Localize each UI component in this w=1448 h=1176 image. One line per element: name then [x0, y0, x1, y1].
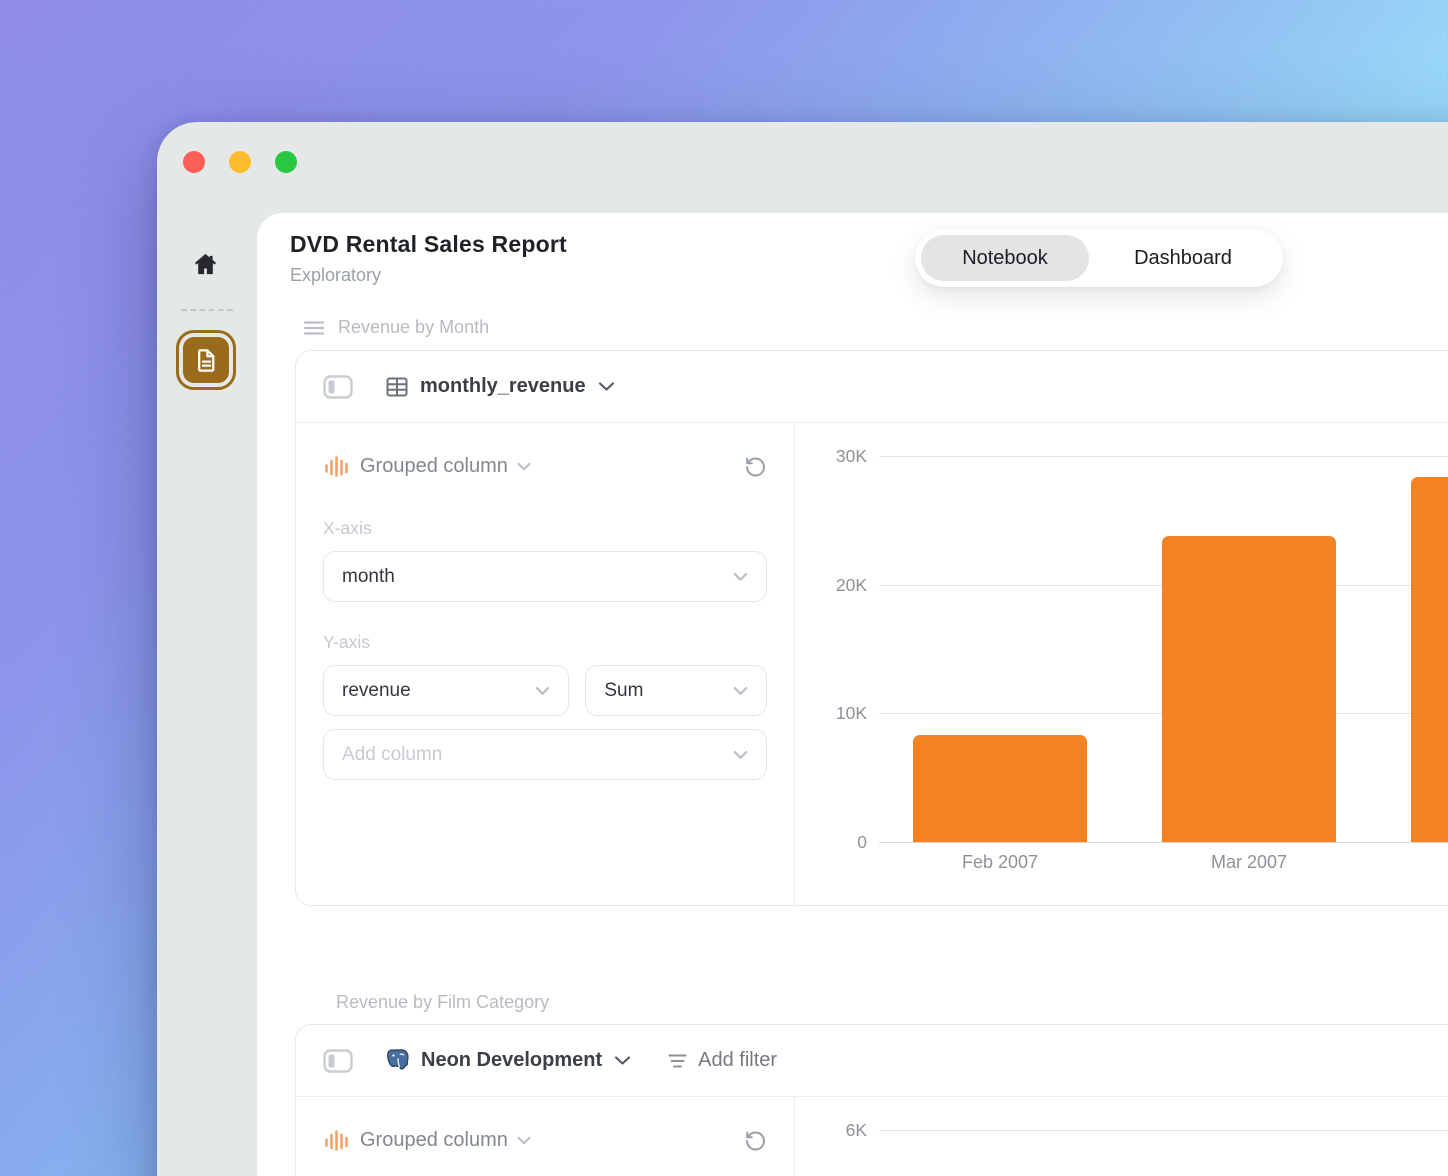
- reset-chart-button[interactable]: [743, 455, 767, 479]
- filter-icon: [667, 1053, 688, 1069]
- chevron-down-icon: [535, 686, 550, 696]
- add-filter-label: Add filter: [698, 1049, 777, 1072]
- sidebar-item-notebook-active[interactable]: [176, 330, 236, 390]
- y-axis-tick: 30K: [795, 446, 867, 467]
- chart-type-label: Grouped column: [360, 455, 508, 478]
- source-table-name: monthly_revenue: [420, 375, 586, 398]
- connection-name: Neon Development: [421, 1049, 602, 1072]
- bar-apr-2007-partial[interactable]: [1411, 477, 1448, 842]
- section-title: Revenue by Film Category: [336, 992, 549, 1013]
- sidebar-divider: [181, 309, 233, 311]
- tab-notebook[interactable]: Notebook: [921, 235, 1089, 281]
- main-content: DVD Rental Sales Report Exploratory Note…: [257, 213, 1448, 1176]
- chart-type-dropdown[interactable]: Grouped column: [323, 453, 531, 480]
- chevron-down-icon: [733, 686, 748, 696]
- collapse-panel-button[interactable]: [323, 1049, 353, 1073]
- add-column-placeholder: Add column: [342, 744, 442, 766]
- chevron-down-icon: [517, 1136, 531, 1145]
- y-axis-field-label: Y-axis: [323, 632, 767, 653]
- x-axis-field-label: X-axis: [323, 518, 767, 539]
- view-toggle: Notebook Dashboard: [915, 229, 1283, 287]
- y-axis-aggregate-value: Sum: [604, 680, 643, 702]
- source-table-dropdown[interactable]: monthly_revenue: [385, 375, 615, 399]
- x-axis-value: month: [342, 566, 395, 588]
- x-axis-select[interactable]: month: [323, 551, 767, 602]
- page-subtitle: Exploratory: [290, 265, 381, 286]
- sidebar-item-home[interactable]: [187, 246, 223, 282]
- revenue-by-film-category-card: Neon Development Add filter: [295, 1024, 1448, 1176]
- y-axis-tick: 20K: [795, 575, 867, 596]
- chart-type-label: Grouped column: [360, 1129, 508, 1152]
- revenue-by-film-category-chart: 6K: [795, 1097, 1448, 1176]
- x-axis-tick: Mar 2007: [1162, 852, 1336, 873]
- y-axis-tick: 6K: [795, 1120, 867, 1141]
- tab-dashboard[interactable]: Dashboard: [1089, 235, 1277, 281]
- chart-type-dropdown[interactable]: Grouped column: [323, 1127, 531, 1154]
- chart-config-panel: Grouped column X-axis: [296, 423, 795, 905]
- chevron-down-icon: [517, 462, 531, 471]
- connection-dropdown[interactable]: Neon Development: [385, 1048, 631, 1074]
- document-icon: [193, 347, 220, 374]
- desktop-background: { "app": { "accent_orange": "#F58220", "…: [0, 0, 1448, 1176]
- table-icon: [385, 375, 409, 399]
- card-toolbar: monthly_revenue: [296, 351, 1448, 423]
- revenue-by-month-card: monthly_revenue: [295, 350, 1448, 906]
- y-axis-aggregate-select[interactable]: Sum: [585, 665, 767, 716]
- chevron-down-icon: [614, 1055, 631, 1066]
- add-column-select[interactable]: Add column: [323, 729, 767, 780]
- y-axis-tick: 10K: [795, 703, 867, 724]
- y-axis-column-value: revenue: [342, 680, 411, 702]
- gridline-6k: [879, 1130, 1448, 1131]
- card-toolbar: Neon Development Add filter: [296, 1025, 1448, 1097]
- postgresql-icon: [385, 1048, 410, 1074]
- home-icon: [192, 251, 219, 278]
- chevron-down-icon: [733, 750, 748, 760]
- add-filter-button[interactable]: Add filter: [667, 1049, 777, 1072]
- y-axis-column-select[interactable]: revenue: [323, 665, 569, 716]
- reset-chart-button[interactable]: [743, 1129, 767, 1153]
- app-window: DVD Rental Sales Report Exploratory Note…: [157, 122, 1448, 1176]
- grouped-column-chart-icon: [323, 453, 350, 480]
- chevron-down-icon: [598, 381, 615, 392]
- zoom-window-button[interactable]: [275, 151, 297, 173]
- gridline-30k: [879, 456, 1448, 457]
- sidebar: [157, 122, 257, 1176]
- grouped-column-chart-icon: [323, 1127, 350, 1154]
- section-title: Revenue by Month: [338, 317, 489, 338]
- collapse-panel-button[interactable]: [323, 375, 353, 399]
- section-header-revenue-by-month: Revenue by Month: [303, 317, 489, 338]
- y-axis-tick: 0: [795, 832, 867, 853]
- bar-feb-2007[interactable]: [913, 735, 1087, 842]
- drag-handle-icon[interactable]: [303, 320, 325, 336]
- chevron-down-icon: [733, 572, 748, 582]
- gridline-0: [879, 842, 1448, 843]
- page-title: DVD Rental Sales Report: [290, 231, 567, 258]
- chart-config-panel: Grouped column: [296, 1097, 795, 1176]
- revenue-by-month-chart: 30K 20K 10K 0 Feb 2007 Mar 2007: [795, 423, 1448, 905]
- x-axis-tick: Feb 2007: [913, 852, 1087, 873]
- bar-mar-2007[interactable]: [1162, 536, 1336, 842]
- section-header-revenue-by-film-category: Revenue by Film Category: [336, 992, 549, 1013]
